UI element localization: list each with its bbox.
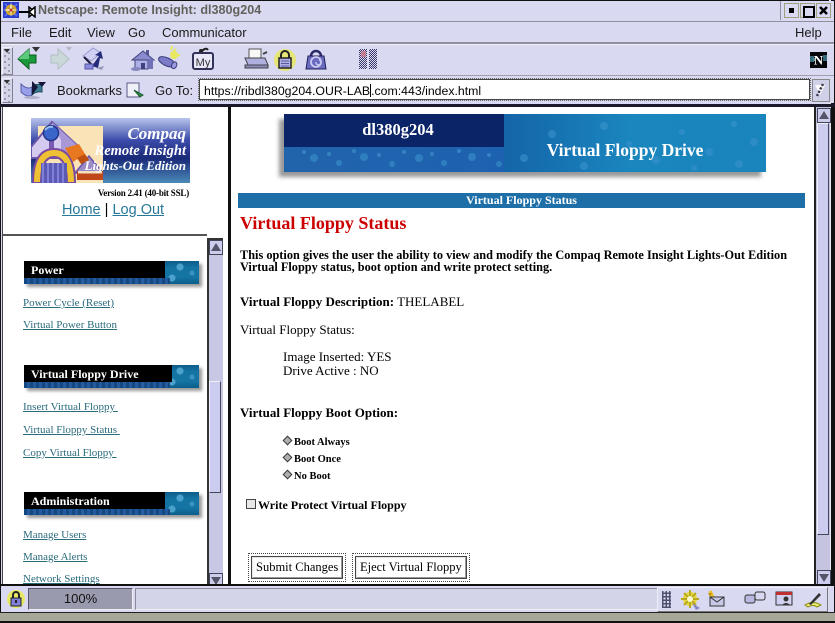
svg-text:N: N <box>814 53 824 68</box>
svg-text:Compaq: Compaq <box>127 124 186 143</box>
svg-text:Virtual Floppy Drive: Virtual Floppy Drive <box>547 140 704 160</box>
svg-text:dl380g204: dl380g204 <box>362 120 434 139</box>
svg-text:My: My <box>196 57 211 69</box>
svg-text:Remote Insight: Remote Insight <box>94 143 187 159</box>
svg-text:Lights-Out Edition: Lights-Out Edition <box>84 158 187 173</box>
